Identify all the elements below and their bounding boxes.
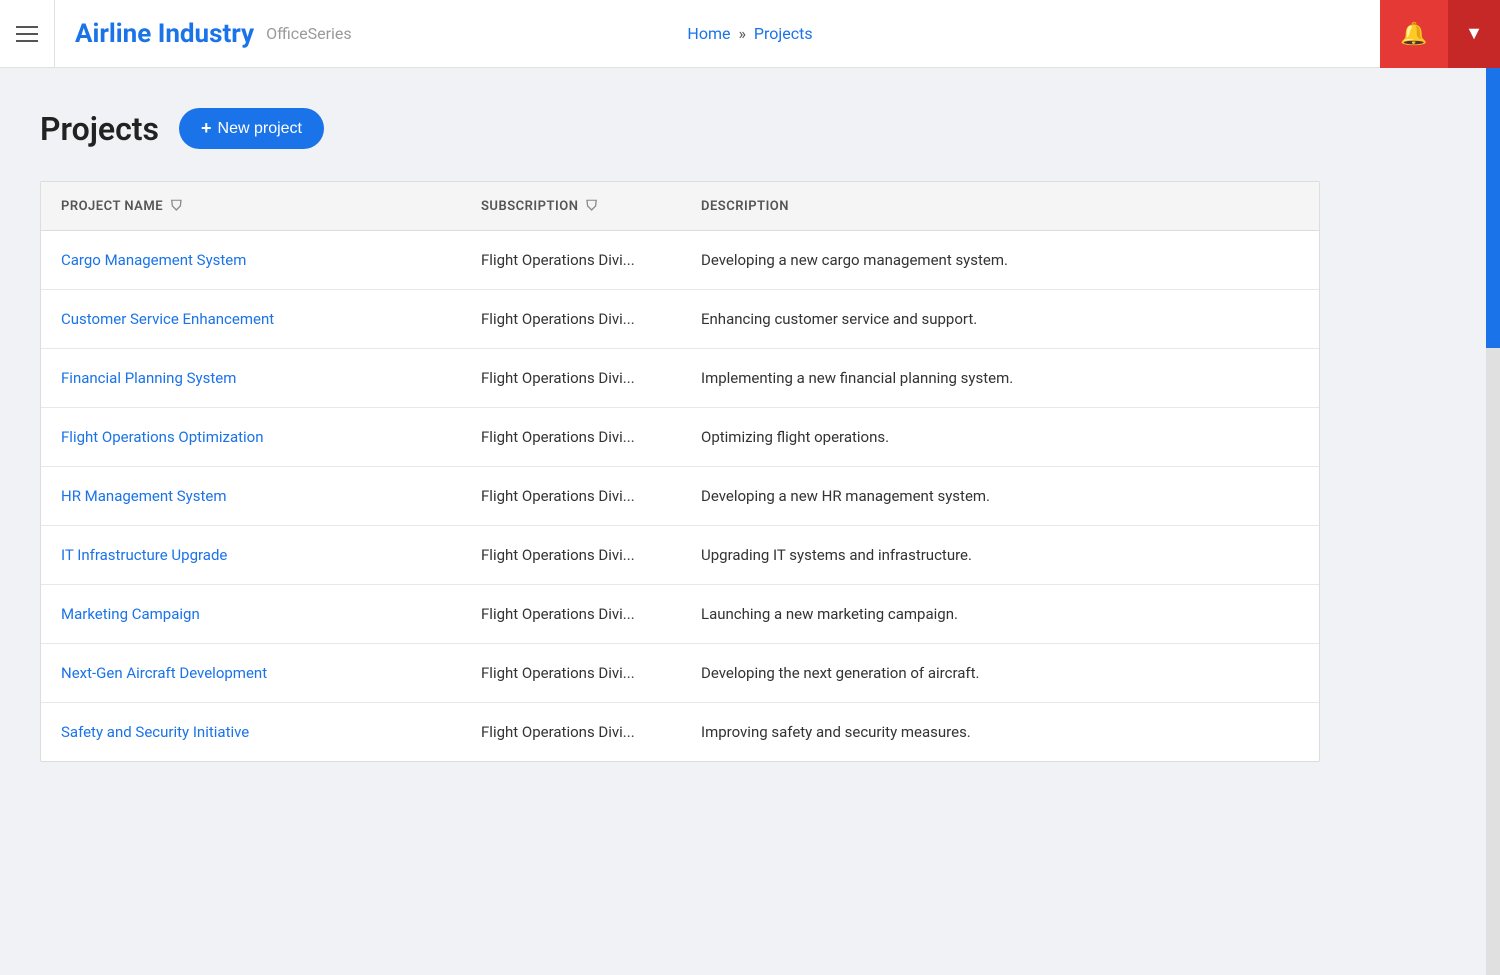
description-cell: Optimizing flight operations.: [681, 408, 1319, 467]
table-row: Marketing Campaign Flight Operations Divi…: [41, 585, 1319, 644]
scrollbar-track[interactable]: [1486, 68, 1500, 975]
notification-bell-button[interactable]: 🔔: [1380, 0, 1448, 68]
table-row: HR Management System Flight Operations Di…: [41, 467, 1319, 526]
breadcrumb: Home » Projects: [687, 24, 812, 43]
table-row: IT Infrastructure Upgrade Flight Operatio…: [41, 526, 1319, 585]
page-title: Projects: [40, 110, 159, 148]
subscription-cell: Flight Operations Divi...: [461, 526, 681, 585]
project-name-cell: HR Management System: [41, 467, 461, 526]
project-name-link[interactable]: Safety and Security Initiative: [61, 723, 249, 741]
subscription-filter-icon[interactable]: ⛉: [586, 198, 597, 214]
subscription-cell: Flight Operations Divi...: [461, 703, 681, 762]
subscription-cell: Flight Operations Divi...: [461, 467, 681, 526]
table-row: Flight Operations Optimization Flight Ope…: [41, 408, 1319, 467]
project-name-cell: Next-Gen Aircraft Development: [41, 644, 461, 703]
breadcrumb-home[interactable]: Home: [687, 24, 730, 43]
project-name-cell: Flight Operations Optimization: [41, 408, 461, 467]
chevron-down-icon: ▼: [1465, 23, 1483, 44]
project-name-cell: Customer Service Enhancement: [41, 290, 461, 349]
hamburger-menu-icon[interactable]: [16, 26, 38, 42]
project-name-link[interactable]: IT Infrastructure Upgrade: [61, 546, 227, 564]
project-name-link[interactable]: Cargo Management System: [61, 251, 246, 269]
project-name-cell: Marketing Campaign: [41, 585, 461, 644]
project-name-cell: IT Infrastructure Upgrade: [41, 526, 461, 585]
header-actions: 🔔 ▼: [1380, 0, 1500, 68]
subscription-cell: Flight Operations Divi...: [461, 644, 681, 703]
scrollbar-thumb[interactable]: [1486, 68, 1500, 348]
description-cell: Upgrading IT systems and infrastructure.: [681, 526, 1319, 585]
description-cell: Launching a new marketing campaign.: [681, 585, 1319, 644]
project-name-cell: Cargo Management System: [41, 231, 461, 290]
col-header-subscription: SUBSCRIPTION ⛉: [461, 182, 681, 231]
breadcrumb-separator: »: [738, 24, 746, 43]
project-name-filter-icon[interactable]: ⛉: [171, 198, 182, 214]
description-cell: Developing a new HR management system.: [681, 467, 1319, 526]
project-name-cell: Financial Planning System: [41, 349, 461, 408]
app-subtitle: OfficeSeries: [266, 24, 352, 43]
table-row: Financial Planning System Flight Operatio…: [41, 349, 1319, 408]
app-header: Airline Industry OfficeSeries Home » Pro…: [0, 0, 1500, 68]
project-name-link[interactable]: Marketing Campaign: [61, 605, 200, 623]
new-project-label: New project: [218, 120, 302, 138]
subscription-cell: Flight Operations Divi...: [461, 290, 681, 349]
page-header: Projects + New project: [40, 108, 1452, 149]
bell-icon: 🔔: [1400, 21, 1427, 47]
table-row: Next-Gen Aircraft Development Flight Oper…: [41, 644, 1319, 703]
table-row: Cargo Management System Flight Operations…: [41, 231, 1319, 290]
user-dropdown-button[interactable]: ▼: [1448, 0, 1500, 68]
subscription-cell: Flight Operations Divi...: [461, 408, 681, 467]
col-header-project-name: PROJECT NAME ⛉: [41, 182, 461, 231]
breadcrumb-current[interactable]: Projects: [754, 24, 813, 43]
projects-table-container: PROJECT NAME ⛉ SUBSCRIPTION ⛉ DESCRIPTIO…: [40, 181, 1320, 762]
project-name-link[interactable]: Flight Operations Optimization: [61, 428, 264, 446]
app-title: Airline Industry: [75, 19, 254, 49]
project-name-cell: Safety and Security Initiative: [41, 703, 461, 762]
subscription-cell: Flight Operations Divi...: [461, 349, 681, 408]
project-name-link[interactable]: Financial Planning System: [61, 369, 236, 387]
new-project-button[interactable]: + New project: [179, 108, 324, 149]
projects-table: PROJECT NAME ⛉ SUBSCRIPTION ⛉ DESCRIPTIO…: [41, 182, 1319, 761]
project-name-link[interactable]: HR Management System: [61, 487, 227, 505]
description-cell: Developing the next generation of aircra…: [681, 644, 1319, 703]
col-header-description: DESCRIPTION: [681, 182, 1319, 231]
project-name-link[interactable]: Next-Gen Aircraft Development: [61, 664, 267, 682]
subscription-cell: Flight Operations Divi...: [461, 585, 681, 644]
description-cell: Improving safety and security measures.: [681, 703, 1319, 762]
project-name-link[interactable]: Customer Service Enhancement: [61, 310, 274, 328]
plus-icon: +: [201, 118, 212, 139]
table-header-row: PROJECT NAME ⛉ SUBSCRIPTION ⛉ DESCRIPTIO…: [41, 182, 1319, 231]
table-row: Safety and Security Initiative Flight Ope…: [41, 703, 1319, 762]
main-content: Projects + New project PROJECT NAME ⛉: [0, 68, 1500, 802]
description-cell: Implementing a new financial planning sy…: [681, 349, 1319, 408]
table-row: Customer Service Enhancement Flight Opera…: [41, 290, 1319, 349]
header-divider: [54, 0, 55, 68]
description-cell: Developing a new cargo management system…: [681, 231, 1319, 290]
description-cell: Enhancing customer service and support.: [681, 290, 1319, 349]
subscription-cell: Flight Operations Divi...: [461, 231, 681, 290]
